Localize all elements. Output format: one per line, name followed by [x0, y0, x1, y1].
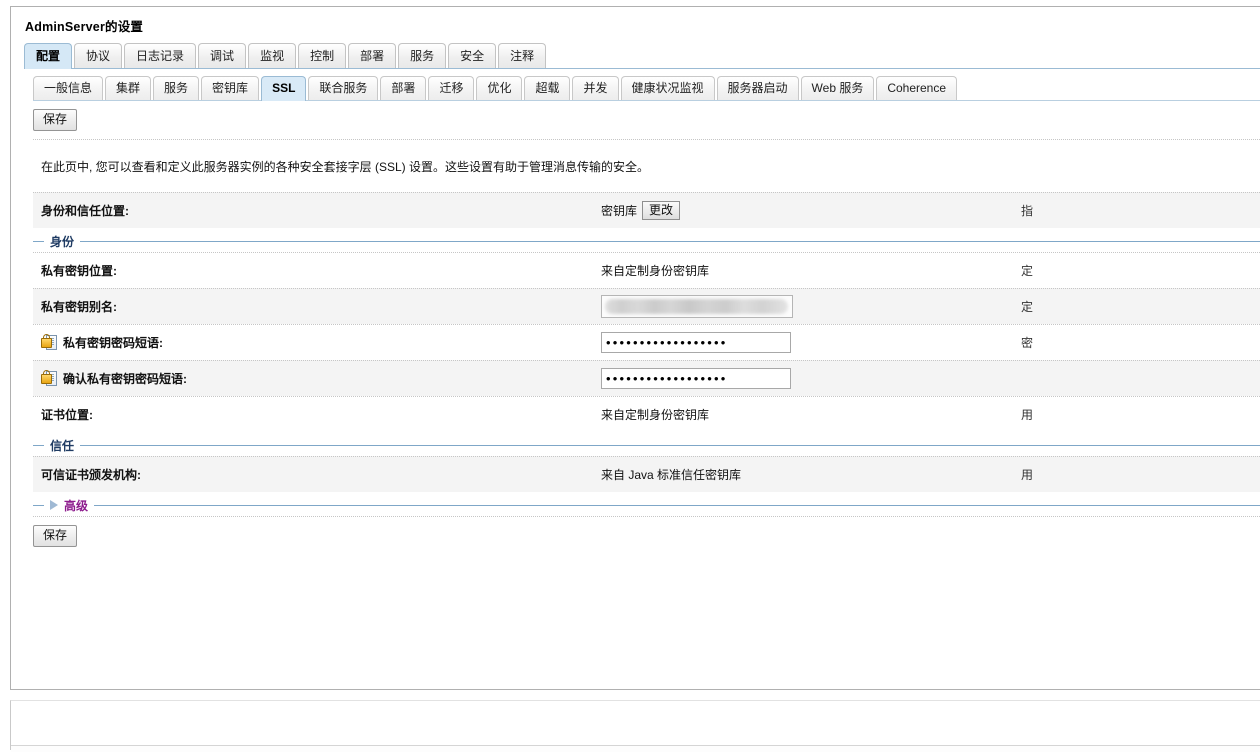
tab-debug[interactable]: 调试	[198, 43, 247, 69]
subtab-general[interactable]: 一般信息	[33, 76, 104, 101]
subtab-health-monitoring[interactable]: 健康状况监视	[620, 76, 715, 101]
value-trusted-certificate-authorities: 来自 Java 标准信任密钥库	[601, 468, 742, 482]
subtab-ssl[interactable]: SSL	[261, 76, 307, 101]
section-dash-left	[33, 444, 44, 446]
subtab-server-start[interactable]: 服务器启动	[716, 76, 799, 101]
padlock-body-glyph	[41, 374, 52, 384]
page-title: AdminServer的设置	[25, 20, 144, 34]
section-title-advanced[interactable]: 高级	[64, 497, 88, 514]
lock-icon	[41, 334, 57, 350]
label-confirm-private-key-passphrase: 确认私有密钥密码短语:	[33, 370, 601, 387]
hint-private-key-passphrase: 密	[1021, 336, 1034, 350]
secondary-tab-strip: 一般信息 集群 服务 密钥库 SSL 联合服务 部署 迁移 优化 超载 并发 健康状况监视 服务器启动 W…	[11, 75, 1260, 101]
subtab-tuning[interactable]: 优化	[476, 76, 523, 101]
tab-configuration[interactable]: 配置	[24, 43, 73, 69]
tab-monitoring[interactable]: 监视	[248, 43, 297, 69]
value-confirm-private-key-passphrase	[601, 368, 1021, 389]
change-button[interactable]: 更改	[642, 201, 681, 220]
subtab-overload[interactable]: 超载	[524, 76, 571, 101]
section-rule-trust	[80, 444, 1260, 446]
hint-private-key-alias: 定	[1021, 300, 1034, 314]
hint-certificate-location: 用	[1021, 408, 1034, 422]
tab-logging[interactable]: 日志记录	[124, 43, 197, 69]
row-private-key-location: 私有密钥位置: 来自定制身份密钥库 定	[33, 252, 1260, 288]
label-certificate-location: 证书位置:	[41, 408, 93, 422]
label-trusted-certificate-authorities: 可信证书颁发机构:	[41, 468, 141, 482]
settings-page-frame: AdminServer的设置 配置 协议 日志记录 调试 监视 控制 部署 服务 安全 注释 一般…	[10, 6, 1260, 690]
save-button-top[interactable]: 保存	[33, 109, 78, 131]
bottom-toolbar: 保存	[11, 517, 1260, 555]
redaction-overlay	[605, 299, 788, 314]
subtab-concurrency[interactable]: 并发	[572, 76, 619, 101]
identity-and-trust-value-text: 密钥库	[601, 204, 638, 218]
tab-control[interactable]: 控制	[298, 43, 347, 69]
row-private-key-passphrase: 私有密钥密码短语: 密	[33, 324, 1260, 360]
lower-panel	[10, 700, 1260, 752]
subtab-web-services[interactable]: Web 服务	[800, 76, 875, 101]
section-title-trust: 信任	[50, 438, 75, 453]
section-title-identity: 身份	[50, 234, 75, 249]
hint-trusted-certificate-authorities: 用	[1021, 468, 1034, 482]
save-button-bottom[interactable]: 保存	[33, 525, 78, 547]
section-header-trust: 信任	[33, 432, 1260, 456]
hint-private-key-location: 定	[1021, 264, 1034, 278]
section-header-advanced[interactable]: 高级	[33, 492, 1260, 516]
tab-services[interactable]: 服务	[398, 43, 447, 69]
private-key-passphrase-input[interactable]	[601, 332, 791, 353]
value-certificate-location: 来自定制身份密钥库	[601, 408, 710, 422]
lock-icon	[41, 370, 57, 386]
row-trusted-certificate-authorities: 可信证书颁发机构: 来自 Java 标准信任密钥库 用	[33, 456, 1260, 492]
confirm-private-key-passphrase-input[interactable]	[601, 368, 791, 389]
row-identity-and-trust: 身份和信任位置: 密钥库 更改 指	[33, 192, 1260, 228]
top-toolbar: 保存	[11, 101, 1260, 139]
lower-panel-divider	[11, 745, 1260, 752]
subtab-cluster[interactable]: 集群	[105, 76, 152, 101]
label-private-key-alias: 私有密钥别名:	[41, 300, 117, 314]
primary-tab-strip: 配置 协议 日志记录 调试 监视 控制 部署 服务 安全 注释	[11, 42, 1260, 69]
value-identity-and-trust: 密钥库 更改	[601, 201, 1021, 220]
value-private-key-passphrase	[601, 332, 1021, 353]
section-dash-left	[33, 240, 44, 242]
label-confirm-private-key-passphrase-text: 确认私有密钥密码短语:	[63, 372, 187, 386]
subtab-federation-services[interactable]: 联合服务	[308, 76, 379, 101]
row-certificate-location: 证书位置: 来自定制身份密钥库 用	[33, 396, 1260, 432]
label-private-key-location: 私有密钥位置:	[41, 264, 117, 278]
subtab-keystores[interactable]: 密钥库	[201, 76, 260, 101]
row-private-key-alias: 私有密钥别名: 定	[33, 288, 1260, 324]
section-header-identity: 身份	[33, 228, 1260, 252]
tab-notes[interactable]: 注释	[498, 43, 547, 69]
section-dash-left	[33, 504, 44, 506]
value-private-key-location: 来自定制身份密钥库	[601, 264, 710, 278]
intro-text: 在此页中, 您可以查看和定义此服务器实例的各种安全套接字层 (SSL) 设置。这…	[41, 160, 650, 174]
private-key-alias-field-wrap	[601, 295, 793, 318]
label-identity-and-trust: 身份和信任位置:	[41, 204, 129, 218]
hint-identity-and-trust: 指	[1021, 204, 1034, 218]
tab-deployments[interactable]: 部署	[348, 43, 397, 69]
subtab-deployment[interactable]: 部署	[380, 76, 427, 101]
value-private-key-alias	[601, 295, 1021, 318]
row-confirm-private-key-passphrase: 确认私有密钥密码短语:	[33, 360, 1260, 396]
subtab-migration[interactable]: 迁移	[428, 76, 475, 101]
ssl-settings-content: 保存 在此页中, 您可以查看和定义此服务器实例的各种安全套接字层 (SSL) 设…	[11, 101, 1260, 555]
tab-security[interactable]: 安全	[448, 43, 497, 69]
subtab-coherence[interactable]: Coherence	[876, 76, 958, 101]
subtab-services[interactable]: 服务	[153, 76, 200, 101]
label-private-key-passphrase: 私有密钥密码短语:	[33, 334, 601, 351]
section-rule-advanced	[94, 504, 1260, 506]
padlock-body-glyph	[41, 338, 52, 348]
triangle-right-icon[interactable]	[50, 500, 58, 510]
label-private-key-passphrase-text: 私有密钥密码短语:	[63, 336, 163, 350]
section-rule-identity	[80, 240, 1260, 242]
tab-protocols[interactable]: 协议	[74, 43, 123, 69]
